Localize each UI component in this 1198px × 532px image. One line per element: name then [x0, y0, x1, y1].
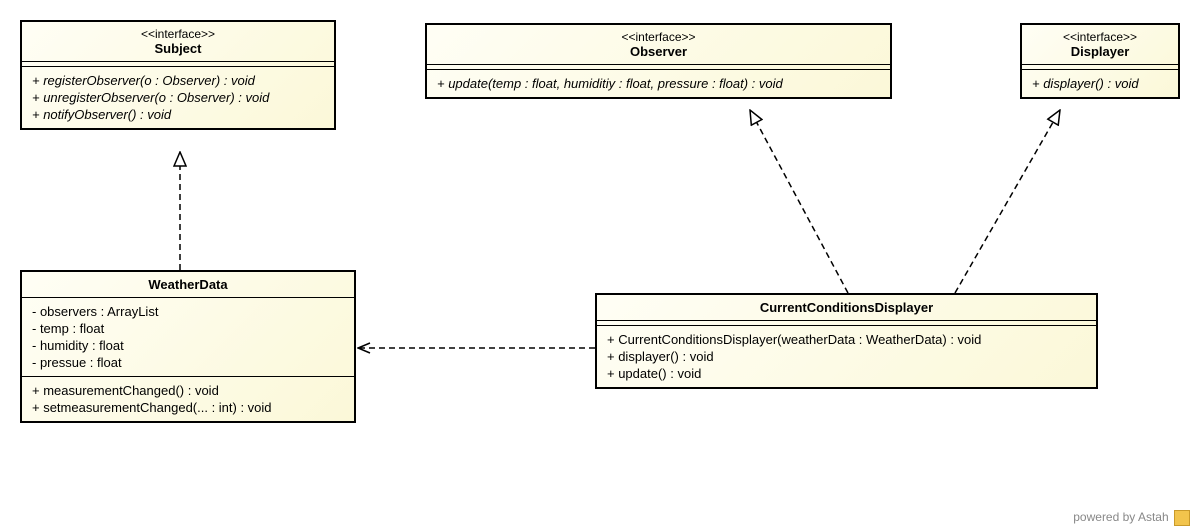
class-name: Displayer — [1032, 44, 1168, 59]
operation: + measurementChanged() : void — [32, 382, 344, 399]
operation: + update() : void — [607, 365, 1086, 382]
operation: + displayer() : void — [607, 348, 1086, 365]
footer: powered by Astah — [1073, 510, 1190, 526]
class-header: <<interface>> Observer — [427, 25, 890, 65]
operation: + setmeasurementChanged(... : int) : voi… — [32, 399, 344, 416]
operations-section: + measurementChanged() : void + setmeasu… — [22, 377, 354, 421]
footer-text: powered by Astah — [1073, 510, 1168, 524]
attributes-section: - observers : ArrayList - temp : float -… — [22, 298, 354, 377]
operation: + notifyObserver() : void — [32, 106, 324, 123]
class-name: WeatherData — [32, 277, 344, 292]
operation: + unregisterObserver(o : Observer) : voi… — [32, 89, 324, 106]
stereotype-label: <<interface>> — [32, 27, 324, 41]
operation: + CurrentConditionsDisplayer(weatherData… — [607, 331, 1086, 348]
class-currentconditions: CurrentConditionsDisplayer + CurrentCond… — [595, 293, 1098, 389]
stereotype-label: <<interface>> — [437, 30, 880, 44]
class-header: WeatherData — [22, 272, 354, 298]
attribute: - pressue : float — [32, 354, 344, 371]
class-header: <<interface>> Displayer — [1022, 25, 1178, 65]
operation: + update(temp : float, humiditiy : float… — [437, 75, 880, 92]
class-header: CurrentConditionsDisplayer — [597, 295, 1096, 321]
operation: + registerObserver(o : Observer) : void — [32, 72, 324, 89]
attribute: - observers : ArrayList — [32, 303, 344, 320]
operations-section: + CurrentConditionsDisplayer(weatherData… — [597, 326, 1096, 387]
realization-ccd-observer — [750, 110, 848, 293]
operations-section: + update(temp : float, humiditiy : float… — [427, 70, 890, 97]
astah-logo-icon — [1174, 510, 1190, 526]
class-displayer: <<interface>> Displayer + displayer() : … — [1020, 23, 1180, 99]
class-weatherdata: WeatherData - observers : ArrayList - te… — [20, 270, 356, 423]
realization-ccd-displayer — [955, 110, 1060, 293]
class-name: Subject — [32, 41, 324, 56]
operations-section: + registerObserver(o : Observer) : void … — [22, 67, 334, 128]
stereotype-label: <<interface>> — [1032, 30, 1168, 44]
attribute: - humidity : float — [32, 337, 344, 354]
class-header: <<interface>> Subject — [22, 22, 334, 62]
operations-section: + displayer() : void — [1022, 70, 1178, 97]
class-name: CurrentConditionsDisplayer — [607, 300, 1086, 315]
class-name: Observer — [437, 44, 880, 59]
operation: + displayer() : void — [1032, 75, 1168, 92]
class-observer: <<interface>> Observer + update(temp : f… — [425, 23, 892, 99]
attribute: - temp : float — [32, 320, 344, 337]
class-subject: <<interface>> Subject + registerObserver… — [20, 20, 336, 130]
